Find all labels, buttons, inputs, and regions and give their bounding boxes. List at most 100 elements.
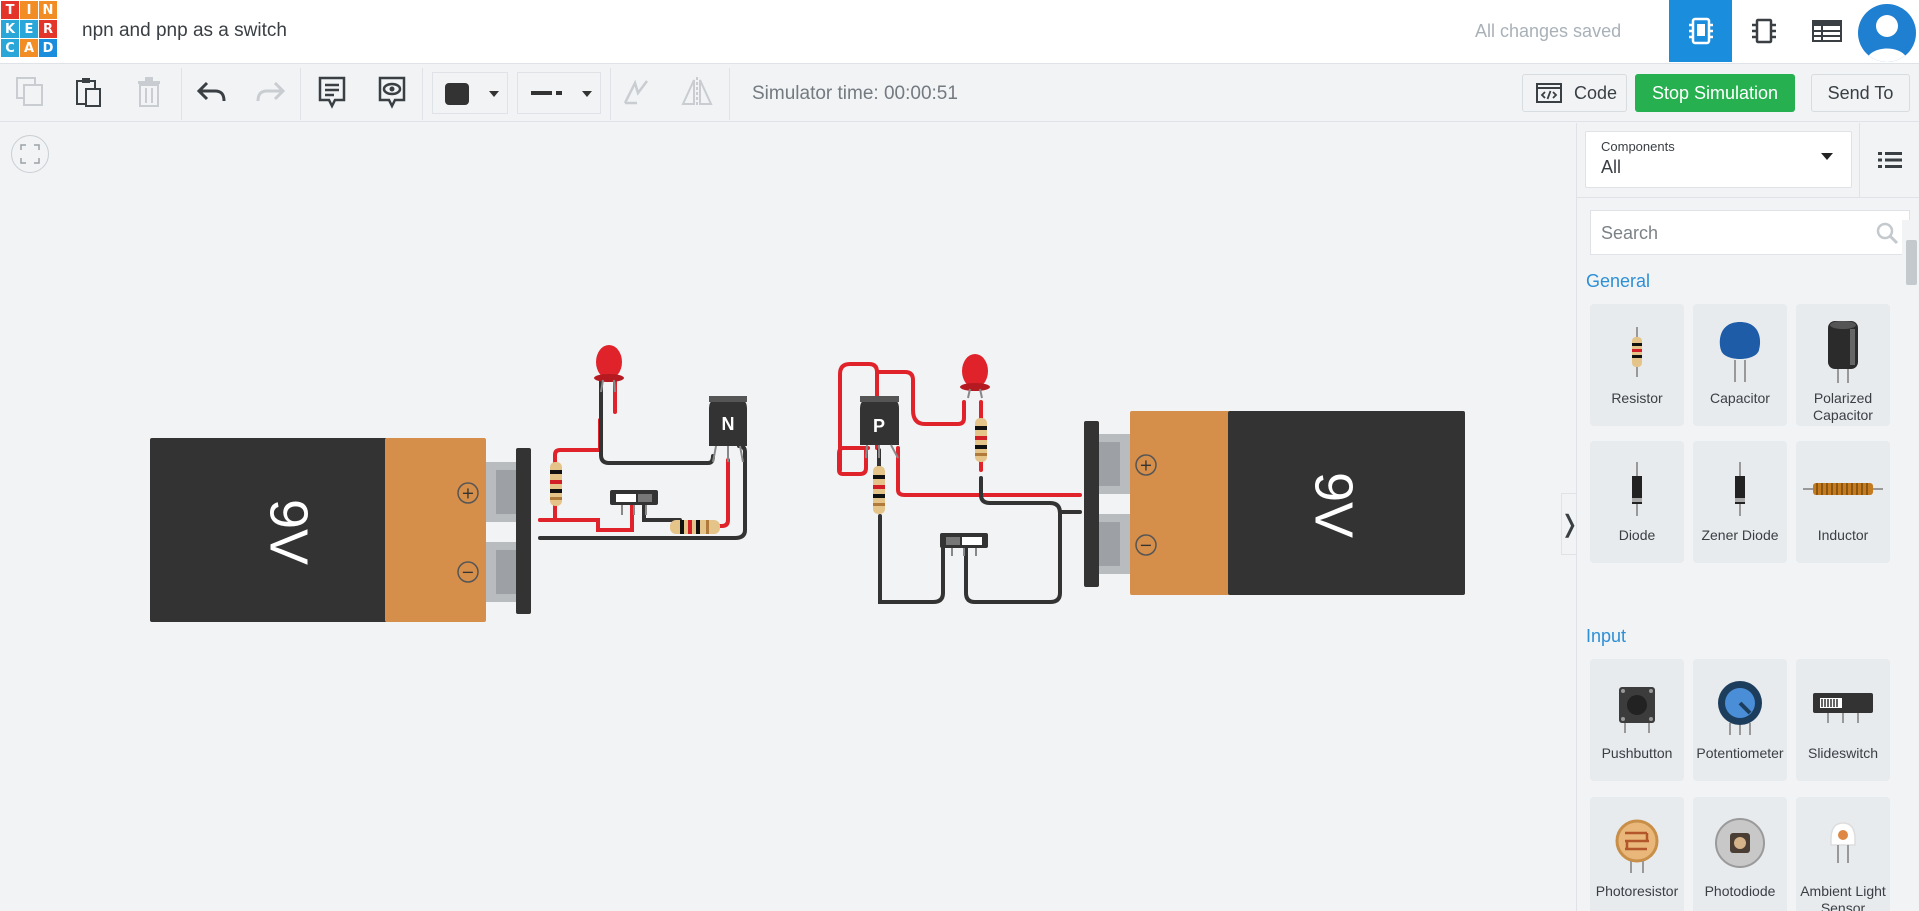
panel-divider (1577, 197, 1919, 198)
user-avatar[interactable] (1858, 4, 1916, 62)
component-card-capacitor[interactable]: Capacitor (1693, 304, 1787, 426)
component-card-ambient-light-sensor[interactable]: Ambient Light Sensor (1796, 797, 1890, 911)
send-to-button[interactable]: Send To (1811, 74, 1910, 112)
zener-diode-thumbnail (1693, 449, 1787, 529)
component-name: Resistor (1611, 390, 1663, 406)
redo-icon (256, 81, 285, 102)
design-title[interactable]: npn and pnp as a switch (82, 20, 287, 42)
battery-plus-label: + (1139, 456, 1152, 475)
component-name: Potentiometer (1696, 745, 1784, 761)
resistor-left-vertical[interactable] (550, 462, 562, 506)
switch-left[interactable] (610, 490, 658, 515)
logo-letter: C (1, 39, 19, 57)
logo-letter: N (39, 1, 57, 19)
code-editor-icon (1536, 83, 1562, 103)
logo-letter: D (39, 39, 57, 57)
toolbar-divider (300, 68, 301, 120)
component-card-pushbutton[interactable]: Pushbutton (1590, 659, 1684, 781)
component-card-photodiode[interactable]: Photodiode (1693, 797, 1787, 911)
component-card-polarized-capacitor[interactable]: Polarized Capacitor (1796, 304, 1890, 426)
circuit-board-icon (1688, 17, 1713, 45)
component-card-diode[interactable]: Diode (1590, 441, 1684, 563)
circuit-canvas[interactable]: 9V + − N 9V + − P ❭ (0, 123, 1580, 911)
wire-type-dropdown[interactable] (517, 72, 601, 114)
capacitor-thumbnail (1693, 312, 1787, 392)
code-button[interactable]: Code (1522, 74, 1627, 112)
components-filter-dropdown[interactable]: Components All (1585, 131, 1852, 188)
transistor-pnp[interactable]: P (860, 396, 899, 459)
flip-button[interactable] (677, 72, 717, 112)
trash-icon (138, 77, 160, 107)
component-name: Diode (1618, 527, 1656, 543)
paste-button[interactable] (68, 72, 108, 112)
top-bar: T I N K E R C A D npn and pnp as a switc… (0, 0, 1919, 64)
battery-minus-label: − (461, 563, 474, 582)
section-input-title: Input (1586, 626, 1627, 646)
toolbar-divider (729, 68, 730, 120)
logo-letter: R (39, 20, 57, 38)
switch-right[interactable] (940, 533, 988, 556)
component-name: Photodiode (1704, 883, 1776, 899)
search-input[interactable] (1601, 221, 1861, 245)
undo-icon (197, 81, 226, 102)
battery-voltage-label: 9V (259, 499, 319, 565)
scrollbar-thumb[interactable] (1906, 240, 1917, 285)
redo-button[interactable] (250, 72, 290, 112)
battery-right[interactable]: 9V + − (1084, 411, 1465, 595)
transistor-type-label: N (722, 414, 735, 434)
led-right[interactable] (960, 354, 990, 399)
collapse-panel-button[interactable]: ❭ (1559, 493, 1580, 555)
photoresistor-thumbnail (1590, 805, 1684, 885)
notes-button[interactable] (312, 72, 352, 112)
component-list-view-button[interactable] (1795, 0, 1858, 62)
component-card-resistor[interactable]: Resistor (1590, 304, 1684, 426)
slideswitch-thumbnail (1796, 667, 1890, 747)
resistor-thumbnail (1590, 312, 1684, 392)
circuit-drawing: 9V + − N 9V + − P (150, 345, 1465, 622)
component-card-potentiometer[interactable]: Potentiometer (1693, 659, 1787, 781)
component-card-photoresistor[interactable]: Photoresistor (1590, 797, 1684, 911)
transistor-npn[interactable]: N (709, 396, 747, 463)
logo-letter: I (20, 1, 38, 19)
toolbar-divider (181, 68, 182, 120)
chip-icon (1751, 18, 1776, 44)
component-search[interactable] (1590, 210, 1910, 255)
note-icon (318, 76, 346, 109)
resistor-right-led[interactable] (975, 418, 987, 462)
component-card-zener-diode[interactable]: Zener Diode (1693, 441, 1787, 563)
ambient-light-sensor-thumbnail (1796, 805, 1890, 885)
battery-voltage-label: 9V (1304, 472, 1364, 538)
list-view-button[interactable] (1859, 123, 1919, 197)
notes-visibility-button[interactable] (372, 72, 412, 112)
copy-button[interactable] (10, 72, 50, 112)
tinkercad-logo[interactable]: T I N K E R C A D (1, 1, 57, 59)
undo-button[interactable] (192, 72, 232, 112)
schematic-view-button[interactable] (1732, 0, 1795, 62)
wire-color-swatch (445, 83, 469, 105)
resistor-right-base[interactable] (873, 466, 885, 514)
component-card-slideswitch[interactable]: Slideswitch (1796, 659, 1890, 781)
align-button[interactable] (616, 72, 656, 112)
table-icon (1811, 20, 1842, 42)
component-name: Capacitor (1710, 390, 1770, 406)
panel-scrollbar[interactable] (1902, 220, 1919, 910)
logo-letter: T (1, 1, 19, 19)
delete-button[interactable] (129, 72, 169, 112)
wire-color-dropdown[interactable] (432, 72, 508, 114)
wire-type-icon (531, 91, 562, 95)
components-filter-value: All (1601, 157, 1622, 177)
led-left[interactable] (594, 345, 624, 393)
circuit-view-button[interactable] (1669, 0, 1732, 62)
component-name: Inductor (1817, 527, 1869, 543)
photodiode-thumbnail (1693, 805, 1787, 885)
editor-toolbar: Simulator time: 00:00:51 Code Stop Simul… (0, 64, 1919, 122)
search-icon (1876, 222, 1899, 245)
component-card-inductor[interactable]: Inductor (1796, 441, 1890, 563)
list-icon (1878, 152, 1902, 168)
logo-letter: A (20, 39, 38, 57)
user-icon (1866, 15, 1908, 62)
resistor-left-horizontal[interactable] (670, 520, 720, 534)
components-filter-label: Components (1601, 139, 1675, 154)
stop-simulation-button[interactable]: Stop Simulation (1635, 74, 1795, 112)
battery-left[interactable]: 9V + − (150, 438, 531, 622)
